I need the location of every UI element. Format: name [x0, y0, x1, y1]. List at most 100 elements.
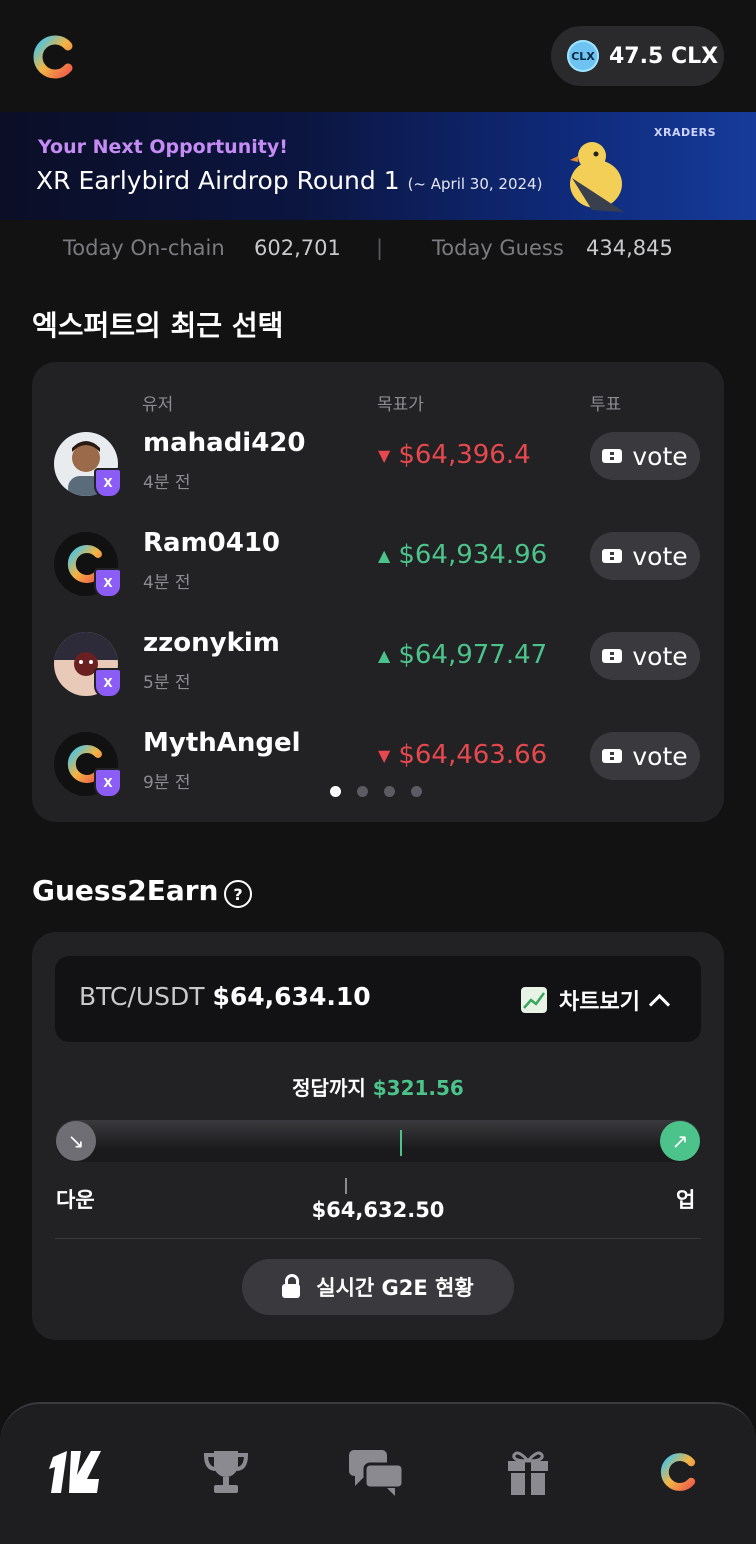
- clx-coin-icon: CLX: [567, 40, 599, 72]
- expert-time: 5분 전: [143, 673, 191, 693]
- ticket-icon: [602, 749, 623, 763]
- vote-label: vote: [632, 641, 688, 671]
- help-icon[interactable]: ?: [224, 880, 252, 908]
- profile-icon: [660, 1453, 696, 1491]
- down-arrow-icon: ▼: [378, 445, 391, 465]
- vote-button[interactable]: vote: [590, 732, 700, 780]
- chart-toggle-label: 차트보기: [559, 990, 640, 1015]
- up-arrow-icon: ▲: [378, 545, 391, 565]
- guess-card: BTC/USDT $64,634.10 차트보기 정답까지 $321.56 ↘ …: [32, 932, 724, 1340]
- experts-title: 엑스퍼트의 최근 선택: [32, 309, 284, 342]
- banner-title-text: XR Earlybird Airdrop Round 1: [36, 166, 400, 195]
- ticket-icon: [602, 549, 623, 563]
- target-price-value: $64,977.47: [398, 640, 548, 670]
- page-dot[interactable]: [330, 786, 341, 797]
- page-dot[interactable]: [411, 786, 422, 797]
- promo-banner[interactable]: Your Next Opportunity! XR Earlybird Aird…: [0, 112, 756, 220]
- target-price-value: $64,934.96: [398, 540, 548, 570]
- entry-price: $64,632.50: [311, 1198, 445, 1222]
- vote-label: vote: [632, 741, 688, 771]
- avatar[interactable]: X: [54, 432, 122, 498]
- page-dot[interactable]: [384, 786, 395, 797]
- guess-slider[interactable]: ↘ ↗: [55, 1120, 701, 1162]
- ticket-icon: [602, 649, 623, 663]
- expert-time: 4분 전: [143, 473, 191, 493]
- expert-username[interactable]: Ram0410: [143, 528, 280, 558]
- banner-brand: XRADERS: [654, 126, 717, 139]
- trophy-icon: [203, 1451, 249, 1493]
- balance-amount: 47.5 CLX: [609, 43, 719, 69]
- nav-community[interactable]: [346, 1442, 406, 1502]
- chat-icon: [349, 1450, 405, 1496]
- expert-badge-icon: X: [94, 568, 122, 598]
- expert-row[interactable]: X zzonykim 5분 전 ▲ $64,977.47 vote: [32, 626, 724, 716]
- balance-pill[interactable]: CLX 47.5 CLX: [551, 26, 724, 86]
- current-price-marker: [400, 1130, 402, 1156]
- col-head-user: 유저: [142, 395, 174, 415]
- top-bar: CLX 47.5 CLX: [0, 0, 756, 112]
- expert-badge-icon: X: [94, 668, 122, 698]
- gift-icon: [508, 1451, 548, 1495]
- target-price: ▲ $64,934.96: [378, 540, 547, 570]
- target-price-value: $64,396.4: [398, 440, 531, 470]
- nav-home[interactable]: [46, 1442, 106, 1502]
- ticket-icon: [602, 449, 623, 463]
- avatar[interactable]: X: [54, 732, 122, 798]
- home-icon: [49, 1451, 101, 1493]
- bird-mascot-icon: [570, 142, 624, 212]
- down-arrow-icon[interactable]: ↘: [56, 1121, 96, 1161]
- distance-label: 정답까지: [292, 1076, 366, 1100]
- expert-username[interactable]: MythAngel: [143, 728, 301, 758]
- expert-row[interactable]: X mahadi420 4분 전 ▼ $64,396.4 vote: [32, 426, 724, 516]
- guess-value: 434,845: [586, 236, 673, 260]
- onchain-label: Today On-chain: [63, 236, 225, 260]
- vote-button[interactable]: vote: [590, 532, 700, 580]
- ticker-box: BTC/USDT $64,634.10 차트보기: [55, 956, 701, 1042]
- nav-ranking[interactable]: [196, 1442, 256, 1502]
- expert-time: 4분 전: [143, 573, 191, 593]
- experts-card: 유저 목표가 투표 X mahadi420 4분 전 ▼ $64,396.4 v…: [32, 362, 724, 822]
- vote-label: vote: [632, 541, 688, 571]
- daily-stats: Today On-chain 602,701 | Today Guess 434…: [0, 228, 756, 272]
- expert-username[interactable]: zzonykim: [143, 628, 280, 658]
- col-head-vote: 투표: [590, 395, 622, 415]
- up-arrow-icon: ▲: [378, 645, 391, 665]
- expert-badge-icon: X: [94, 468, 122, 498]
- page-dot[interactable]: [357, 786, 368, 797]
- banner-date: (~ April 30, 2024): [407, 175, 543, 193]
- divider: [55, 1238, 701, 1239]
- guess-title: Guess2Earn: [32, 874, 219, 907]
- expert-row[interactable]: X MythAngel 9분 전 ▼ $64,463.66 vote: [32, 726, 724, 816]
- vote-button[interactable]: vote: [590, 632, 700, 680]
- chart-toggle-button[interactable]: 차트보기: [521, 984, 671, 1016]
- distance-to-answer: 정답까지 $321.56: [32, 1072, 724, 1101]
- target-price: ▼ $64,396.4: [378, 440, 531, 470]
- app-logo-icon[interactable]: [28, 32, 78, 82]
- pagination-dots[interactable]: [330, 786, 422, 797]
- live-g2e-label: 실시간 G2E 현황: [316, 1276, 474, 1300]
- up-arrow-icon[interactable]: ↗: [660, 1121, 700, 1161]
- live-g2e-button[interactable]: 실시간 G2E 현황: [242, 1259, 514, 1315]
- col-head-target: 목표가: [377, 395, 424, 415]
- banner-title: XR Earlybird Airdrop Round 1 (~ April 30…: [36, 166, 542, 195]
- vote-button[interactable]: vote: [590, 432, 700, 480]
- avatar[interactable]: X: [54, 532, 122, 598]
- current-price: $64,634.10: [212, 982, 371, 1011]
- target-price: ▼ $64,463.66: [378, 740, 547, 770]
- expert-row[interactable]: X Ram0410 4분 전 ▲ $64,934.96 vote: [32, 526, 724, 616]
- bottom-navigation: [0, 1402, 756, 1544]
- avatar[interactable]: X: [54, 632, 122, 698]
- onchain-value: 602,701: [254, 236, 341, 260]
- ticker: BTC/USDT $64,634.10: [79, 982, 371, 1011]
- nav-profile[interactable]: [648, 1442, 708, 1502]
- chart-icon: [521, 987, 547, 1013]
- expert-username[interactable]: mahadi420: [143, 428, 306, 458]
- target-price-value: $64,463.66: [398, 740, 548, 770]
- guess-label: Today Guess: [432, 236, 564, 260]
- entry-price-tick: [345, 1178, 347, 1194]
- chevron-up-icon: [648, 993, 671, 1015]
- vote-label: vote: [632, 441, 688, 471]
- down-arrow-icon: ▼: [378, 745, 391, 765]
- nav-rewards[interactable]: [498, 1442, 558, 1502]
- expert-badge-icon: X: [94, 768, 122, 798]
